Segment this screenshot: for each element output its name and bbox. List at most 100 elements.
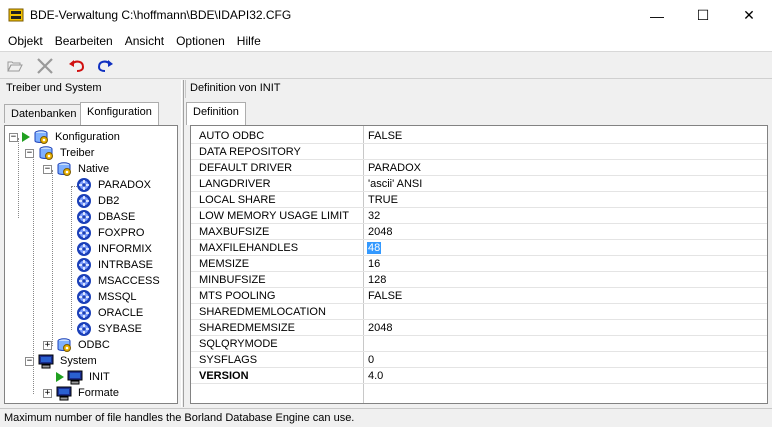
param-name: AUTO ODBC (199, 130, 265, 142)
driver-icon (77, 306, 91, 320)
param-value[interactable]: 2048 (367, 226, 393, 238)
param-value[interactable]: 128 (367, 274, 387, 286)
param-name: LOCAL SHARE (199, 194, 276, 206)
tree-item-formate[interactable]: + Formate (43, 385, 121, 401)
tree-item-dbase[interactable]: DBASE (63, 209, 137, 225)
tree-item-label: INFORMIX (98, 243, 152, 255)
param-row-mts-pooling[interactable]: MTS POOLING FALSE (191, 288, 767, 304)
tab-datenbanken[interactable]: Datenbanken (4, 104, 84, 123)
param-value[interactable]: 2048 (367, 322, 393, 334)
tree-item-msaccess[interactable]: MSACCESS (63, 273, 162, 289)
param-row-data-repository[interactable]: DATA REPOSITORY (191, 144, 767, 160)
param-row-sqlqrymode[interactable]: SQLQRYMODE (191, 336, 767, 352)
tree-item-informix[interactable]: INFORMIX (63, 241, 154, 257)
close-button[interactable]: ✕ (726, 0, 772, 31)
param-row-local-share[interactable]: LOCAL SHARE TRUE (191, 192, 767, 208)
param-row-sharedmemlocation[interactable]: SHAREDMEMLOCATION (191, 304, 767, 320)
param-value[interactable]: PARADOX (367, 162, 422, 174)
param-row-maxfilehandles[interactable]: MAXFILEHANDLES 48 (191, 240, 767, 256)
undo-button[interactable] (66, 55, 88, 77)
collapse-toggle[interactable]: − (43, 164, 52, 174)
param-value[interactable]: FALSE (367, 290, 403, 302)
definition-grid[interactable]: AUTO ODBC FALSE DATA REPOSITORY DEFAULT DRI… (190, 125, 768, 404)
tab-definition[interactable]: Definition (186, 102, 246, 125)
param-row-minbufsize[interactable]: MINBUFSIZE 128 (191, 272, 767, 288)
tree-item-init[interactable]: INIT (43, 369, 112, 385)
tree-item-paradox[interactable]: PARADOX (63, 177, 153, 193)
tree-item-oracle[interactable]: ORACLE (63, 305, 145, 321)
close-icon: ✕ (743, 7, 755, 23)
param-value[interactable]: 16 (367, 258, 381, 270)
expand-toggle[interactable]: + (43, 340, 52, 350)
tree-item-sybase[interactable]: SYBASE (63, 321, 144, 337)
param-name: DEFAULT DRIVER (199, 162, 293, 174)
param-value[interactable]: TRUE (367, 194, 399, 206)
param-name: SHAREDMEMSIZE (199, 322, 295, 334)
param-value[interactable]: 0 (367, 354, 375, 366)
tree-item-mssql[interactable]: MSSQL (63, 289, 139, 305)
param-row-maxbufsize[interactable]: MAXBUFSIZE 2048 (191, 224, 767, 240)
param-row-auto-odbc[interactable]: AUTO ODBC FALSE (191, 128, 767, 144)
menu-objekt[interactable]: Objekt (2, 32, 49, 51)
tree-item-db2[interactable]: DB2 (63, 193, 121, 209)
native-db-icon (57, 162, 71, 176)
tree-item-treiber[interactable]: − Treiber (25, 145, 96, 161)
odbc-db-icon (57, 338, 71, 352)
tree-item-odbc[interactable]: + ODBC (43, 337, 112, 353)
param-value[interactable]: 'ascii' ANSI (367, 178, 423, 190)
param-name: LANGDRIVER (199, 178, 271, 190)
param-row-memsize[interactable]: MEMSIZE 16 (191, 256, 767, 272)
menu-ansicht[interactable]: Ansicht (119, 32, 170, 51)
menu-optionen[interactable]: Optionen (170, 32, 231, 51)
tree-item-native[interactable]: − Native (43, 161, 111, 177)
tree-item-label: ORACLE (98, 307, 144, 319)
open-button[interactable] (4, 55, 26, 77)
redo-button[interactable] (94, 55, 116, 77)
window-title: BDE-Verwaltung C:\hoffmann\BDE\IDAPI32.C… (30, 8, 292, 22)
param-row-langdriver[interactable]: LANGDRIVER 'ascii' ANSI (191, 176, 767, 192)
param-value[interactable]: 4.0 (367, 370, 384, 382)
collapse-toggle[interactable]: − (9, 132, 18, 142)
active-node-arrow-icon (56, 372, 64, 382)
menu-bar: Objekt Bearbeiten Ansicht Optionen Hilfe (0, 31, 772, 52)
menu-hilfe[interactable]: Hilfe (231, 32, 267, 51)
param-value[interactable]: 32 (367, 210, 381, 222)
tree-item-intrbase[interactable]: INTRBASE (63, 257, 155, 273)
tree-item-label: FOXPRO (98, 227, 145, 239)
param-row-version[interactable]: VERSION 4.0 (191, 368, 767, 384)
config-tree[interactable]: − Konfiguration − Treiber − Native PARADOX DB2 D… (4, 125, 178, 404)
param-row-sysflags[interactable]: SYSFLAGS 0 (191, 352, 767, 368)
maximize-button[interactable]: ☐ (680, 0, 726, 31)
tree-item-foxpro[interactable]: FOXPRO (63, 225, 146, 241)
param-name: SQLQRYMODE (199, 338, 278, 350)
tree-item-konfiguration[interactable]: − Konfiguration (9, 129, 122, 145)
tree-item-system[interactable]: − System (25, 353, 99, 369)
menu-bearbeiten[interactable]: Bearbeiten (49, 32, 119, 51)
param-value[interactable]: FALSE (367, 130, 403, 142)
collapse-toggle[interactable]: − (25, 148, 34, 158)
driver-icon (77, 178, 91, 192)
param-row-default-driver[interactable]: DEFAULT DRIVER PARADOX (191, 160, 767, 176)
param-row-sharedmemsize[interactable]: SHAREDMEMSIZE 2048 (191, 320, 767, 336)
tree-item-label: Formate (78, 387, 119, 399)
param-row-low-memory-usage-limit[interactable]: LOW MEMORY USAGE LIMIT 32 (191, 208, 767, 224)
collapse-toggle[interactable]: − (25, 356, 34, 366)
tree-item-label: MSACCESS (98, 275, 160, 287)
pane-splitter[interactable] (181, 80, 184, 407)
param-value[interactable]: 48 (367, 242, 382, 254)
param-name: VERSION (199, 370, 249, 382)
minimize-button[interactable]: — (634, 0, 680, 31)
param-name: DATA REPOSITORY (199, 146, 301, 158)
delete-button[interactable] (34, 55, 56, 77)
tab-konfiguration[interactable]: Konfiguration (80, 102, 159, 125)
tree-item-label: INTRBASE (98, 259, 154, 271)
expand-toggle[interactable]: + (43, 388, 52, 398)
